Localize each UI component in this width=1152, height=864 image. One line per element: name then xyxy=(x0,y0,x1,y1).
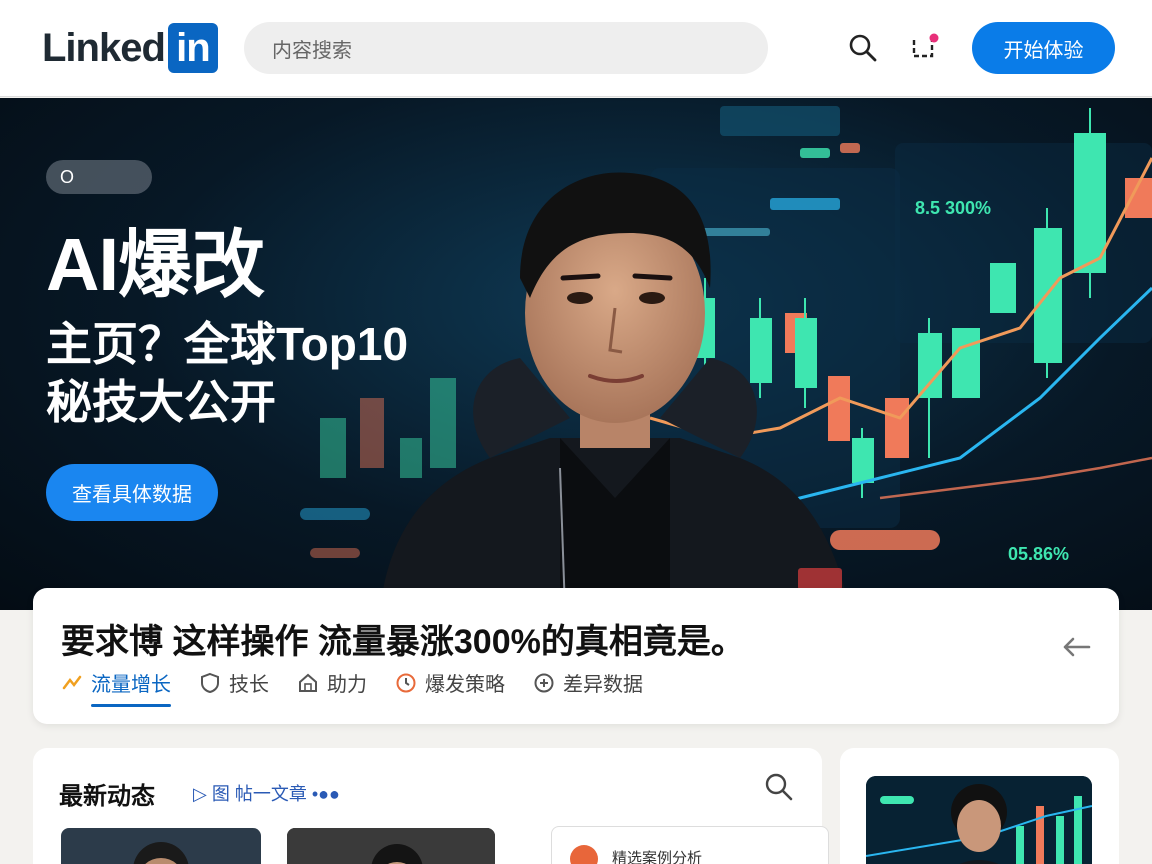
feed-item-title: 精选案例分析 xyxy=(612,850,703,864)
hero-headline: AI爆改 xyxy=(46,223,265,306)
article-card: 要求博 这样操作 流量暴涨300%的真相竟是。 流量增长 技长 助力 爆发策略 … xyxy=(33,588,1119,724)
feed-thumbnail[interactable] xyxy=(287,828,495,864)
avatar xyxy=(570,845,598,864)
shield-icon xyxy=(201,672,219,693)
search-placeholder: 内容搜索 xyxy=(272,39,352,62)
start-button[interactable]: 开始体验 xyxy=(972,22,1115,74)
feed-thumbnail[interactable] xyxy=(61,828,261,864)
plus-icon xyxy=(534,673,554,692)
top-nav-bar: Linked in 内容搜索 开始体验 xyxy=(0,0,1152,97)
hero-subheadline-line1: 主页？全球Top10 xyxy=(46,318,409,370)
feed-subtitle: ▷ 图 帖一文章 •●● xyxy=(193,784,340,804)
hero-tag-pill: O xyxy=(46,160,152,194)
feed-title: 最新动态 xyxy=(59,783,155,810)
tab-label: 爆发策略 xyxy=(425,674,505,696)
tab-skills[interactable]: 技长 xyxy=(199,668,269,705)
linkedin-logo[interactable]: Linked in xyxy=(42,22,218,74)
tab-label: 差异数据 xyxy=(563,674,643,696)
tab-assist[interactable]: 助力 xyxy=(297,668,367,705)
search-icon[interactable] xyxy=(845,30,881,66)
feed-card: 最新动态 ▷ 图 帖一文章 •●● 精选案例分析 xyxy=(33,748,829,864)
feed-list-item[interactable]: 精选案例分析 xyxy=(551,826,829,864)
logo-wordmark: Linked xyxy=(42,25,166,70)
clock-icon xyxy=(396,673,416,692)
view-data-button[interactable]: 查看具体数据 xyxy=(46,464,218,521)
chart-label-2: 05.86% xyxy=(1008,544,1069,564)
hero-banner: 8.5 300% 05.86% O AI爆改 主页？全球Top10 秘技大公开 … xyxy=(0,98,1152,610)
tab-label: 助力 xyxy=(327,674,367,696)
notification-icon[interactable] xyxy=(906,30,942,66)
tab-strategy[interactable]: 爆发策略 xyxy=(395,668,505,705)
tab-diff-data[interactable]: 差异数据 xyxy=(533,668,643,705)
article-title: 要求博 这样操作 流量暴涨300%的真相竟是。 xyxy=(61,623,745,661)
hero-subheadline: 主页？全球Top10 秘技大公开 xyxy=(46,316,466,431)
hero-tag-label: O xyxy=(60,166,75,187)
tab-label: 技长 xyxy=(229,674,269,696)
arrow-left-icon[interactable] xyxy=(1061,636,1091,663)
tab-traffic-growth[interactable]: 流量增长 xyxy=(61,668,171,707)
chart-label-1: 8.5 300% xyxy=(915,198,991,218)
side-preview-image[interactable] xyxy=(866,776,1092,864)
hero-subheadline-line2: 秘技大公开 xyxy=(46,375,276,428)
search-icon[interactable] xyxy=(764,772,794,807)
side-card xyxy=(840,748,1119,864)
tab-label: 流量增长 xyxy=(91,674,171,696)
logo-in-box: in xyxy=(167,23,218,73)
article-tabs: 流量增长 技长 助力 爆发策略 差异数据 xyxy=(61,668,671,707)
search-input[interactable]: 内容搜索 xyxy=(244,22,768,74)
home-icon xyxy=(299,673,317,692)
growth-icon xyxy=(62,675,82,689)
